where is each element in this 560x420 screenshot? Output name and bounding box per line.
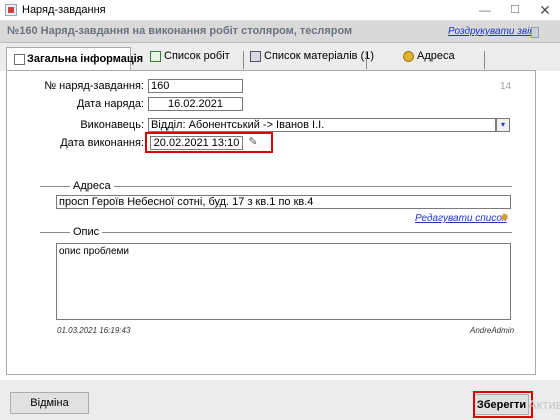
execution-date-label: Дата виконання: xyxy=(60,137,144,149)
timestamp-text: 01.03.2021 16:19:43 xyxy=(57,326,131,335)
tab-label: Список матеріалів (1) xyxy=(264,50,375,62)
tab-separator xyxy=(366,51,367,69)
cancel-button[interactable]: Відміна xyxy=(10,392,89,414)
order-number-field[interactable]: 160 xyxy=(148,79,243,93)
edit-list-link[interactable]: Редагувати список xyxy=(415,213,507,224)
executor-label: Виконавець: xyxy=(80,119,144,131)
tab-label: Адреса xyxy=(417,50,455,62)
tab-label: Загальна інформація xyxy=(27,53,144,65)
order-number-label: № наряд-завдання: xyxy=(44,80,144,92)
tab-separator xyxy=(484,51,485,69)
list-icon xyxy=(150,51,161,62)
side-number: 14 xyxy=(500,81,512,92)
description-section-title: Опис xyxy=(70,226,103,238)
pin-icon xyxy=(403,51,414,62)
tab-label: Список робіт xyxy=(164,50,230,62)
window-titlebar: Наряд-завдання — ☐ ✕ xyxy=(0,0,560,21)
highlight-box-save xyxy=(473,391,533,418)
materials-icon xyxy=(250,51,261,62)
tab-separator xyxy=(243,51,244,69)
order-date-field[interactable]: 16.02.2021 xyxy=(148,97,243,111)
activation-watermark: Активац xyxy=(528,397,560,412)
maximize-button[interactable]: ☐ xyxy=(500,0,530,21)
app-icon xyxy=(5,4,17,16)
minimize-button[interactable]: — xyxy=(470,0,500,21)
address-section-title: Адреса xyxy=(70,180,114,192)
tab-bar: Загальна інформація Список робіт Список … xyxy=(0,43,560,73)
window-title: Наряд-завдання xyxy=(22,4,106,16)
description-section-divider xyxy=(40,232,512,233)
gear-icon[interactable]: ✹ xyxy=(500,211,509,224)
description-textarea[interactable]: опис проблеми xyxy=(56,243,511,320)
author-text: AndreAdmin xyxy=(470,326,515,335)
close-button[interactable]: ✕ xyxy=(530,0,560,21)
executor-select[interactable]: Відділ: Абонентський -> Іванов І.І. xyxy=(148,118,496,132)
form-title: №160 Наряд-завдання на виконання робіт с… xyxy=(7,25,353,37)
address-field[interactable]: просп Героїв Небесної сотні, буд. 17 з к… xyxy=(56,195,511,209)
form-header: №160 Наряд-завдання на виконання робіт с… xyxy=(0,21,560,43)
document-icon xyxy=(14,54,25,65)
print-report-link[interactable]: Роздрукувати звіт xyxy=(448,26,538,37)
dropdown-arrow-icon[interactable]: ▾ xyxy=(496,118,510,132)
order-date-label: Дата наряда: xyxy=(76,98,144,110)
scroll-handle-icon[interactable] xyxy=(531,27,539,38)
highlight-box-execution-date xyxy=(145,132,273,153)
